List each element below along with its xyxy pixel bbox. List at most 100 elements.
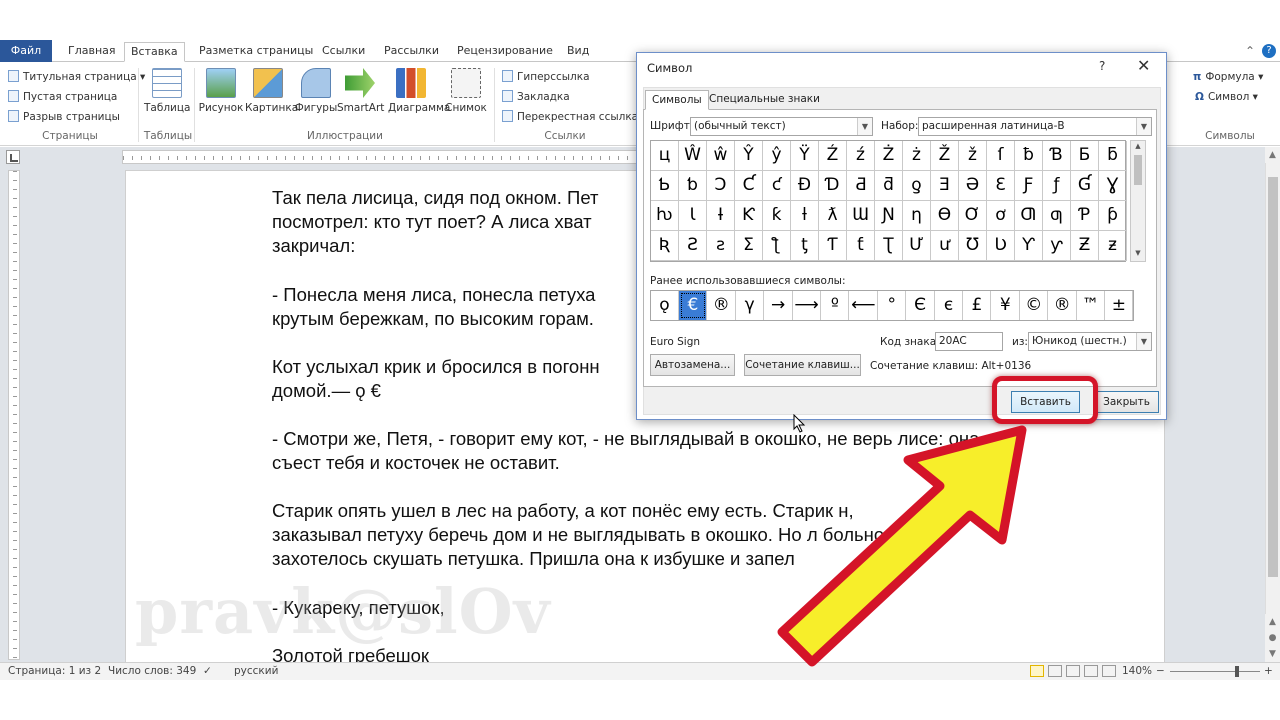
recent-symbol-cell[interactable]: ¥	[992, 291, 1020, 320]
blank-page-button[interactable]: Пустая страница	[8, 88, 117, 106]
symbol-cell[interactable]: ŵ	[707, 141, 735, 171]
zoom-in-icon[interactable]: +	[1264, 665, 1273, 677]
hyperlink-button[interactable]: Гиперссылка	[502, 68, 590, 86]
recent-symbols[interactable]: ǫ € ® γ → ⟶ º ⟵ ° Єє £ ¥ © ® ™ ±	[650, 290, 1134, 321]
chevron-down-icon[interactable]: ▼	[1136, 333, 1151, 350]
scroll-down-icon[interactable]: ▼	[1131, 249, 1145, 257]
recent-symbol-cell[interactable]: €	[679, 291, 708, 320]
symbol-cell[interactable]: Ŷ	[735, 141, 763, 171]
recent-symbol-cell[interactable]: °	[878, 291, 907, 320]
symbol-cell[interactable]: Ɖ	[791, 171, 819, 201]
recent-symbol-cell[interactable]: →	[765, 291, 793, 320]
symbol-cell[interactable]: ƥ	[1099, 201, 1127, 231]
language-indicator[interactable]: русский	[234, 665, 278, 677]
zoom-out-icon[interactable]: −	[1156, 665, 1165, 677]
zoom-slider-handle[interactable]	[1235, 666, 1239, 677]
minimize-ribbon-icon[interactable]: ⌃	[1245, 44, 1255, 58]
recent-symbol-cell[interactable]: ⟶	[793, 291, 821, 320]
recent-symbol-cell[interactable]: º	[821, 291, 850, 320]
autocorrect-button[interactable]: Автозамена...	[650, 354, 735, 376]
scrollbar-thumb[interactable]	[1268, 177, 1278, 577]
proofing-icon[interactable]: ✓	[203, 665, 212, 677]
symbol-cell[interactable]: ƨ	[707, 231, 735, 261]
symbol-cell[interactable]: ƞ	[903, 201, 931, 231]
symbol-cell[interactable]: Ɠ	[1071, 171, 1099, 201]
clipart-button[interactable]: Картинка	[245, 68, 298, 114]
symbol-grid-scrollbar[interactable]: ▲ ▼	[1130, 140, 1146, 262]
symbol-cell[interactable]: ƣ	[1043, 201, 1071, 231]
symbol-cell[interactable]: ƪ	[763, 231, 791, 261]
symbol-cell[interactable]: ƙ	[763, 201, 791, 231]
symbol-cell[interactable]: ƶ	[1099, 231, 1127, 261]
recent-symbol-cell[interactable]: ®	[1049, 291, 1077, 320]
recent-symbol-cell[interactable]: £	[963, 291, 992, 320]
tab-special-chars[interactable]: Специальные знаки	[703, 90, 826, 110]
page-count[interactable]: Страница: 1 из 2	[8, 665, 101, 677]
symbol-cell[interactable]: Ɵ	[931, 201, 959, 231]
symbol-cell[interactable]: ƚ	[791, 201, 819, 231]
recent-symbol-cell[interactable]: ®	[708, 291, 736, 320]
symbol-cell[interactable]: ƍ	[903, 171, 931, 201]
tab-review[interactable]: Рецензирование	[451, 42, 559, 62]
font-select[interactable]: (обычный текст) ▼	[690, 117, 873, 136]
symbol-cell[interactable]: Ƨ	[679, 231, 707, 261]
symbol-cell[interactable]: ż	[903, 141, 931, 171]
tab-symbols[interactable]: Символы	[645, 90, 709, 110]
cross-reference-button[interactable]: Перекрестная ссылка	[502, 108, 638, 126]
symbol-cell[interactable]: Ƥ	[1071, 201, 1099, 231]
tab-file[interactable]: Файл	[0, 40, 52, 62]
scroll-up-icon[interactable]: ▲	[1131, 142, 1145, 150]
symbol-cell[interactable]: ƛ	[819, 201, 847, 231]
symbol-cell[interactable]: Ɣ	[1099, 171, 1127, 201]
symbol-cell[interactable]: ƈ	[763, 171, 791, 201]
symbol-cell[interactable]: Ƒ	[1015, 171, 1043, 201]
picture-button[interactable]: Рисунок	[198, 68, 244, 114]
symbol-cell[interactable]: ƫ	[791, 231, 819, 261]
tab-stop-selector[interactable]	[6, 150, 20, 164]
scroll-up-icon[interactable]: ▲	[1265, 147, 1280, 163]
tab-page-layout[interactable]: Разметка страницы	[193, 42, 319, 62]
symbol-cell[interactable]: Ƭ	[819, 231, 847, 261]
recent-symbol-cell[interactable]: Є	[907, 291, 935, 320]
symbol-cell[interactable]: ƃ	[1099, 141, 1127, 171]
outline-view-icon[interactable]	[1084, 665, 1098, 677]
symbol-cell[interactable]: Ƣ	[1015, 201, 1043, 231]
symbol-cell[interactable]: Ɓ	[1043, 141, 1071, 171]
symbol-cell[interactable]: Ǝ	[931, 171, 959, 201]
equation-button[interactable]: π Формула ▾	[1193, 68, 1263, 86]
draft-view-icon[interactable]	[1102, 665, 1116, 677]
char-code-input[interactable]: 20AC	[935, 332, 1003, 351]
symbol-cell[interactable]: Ɩ	[679, 201, 707, 231]
web-layout-view-icon[interactable]	[1066, 665, 1080, 677]
symbol-cell[interactable]: Ɯ	[847, 201, 875, 231]
zoom-level[interactable]: 140%	[1122, 665, 1152, 677]
tab-view[interactable]: Вид	[561, 42, 595, 62]
scrollbar-thumb[interactable]	[1134, 155, 1142, 185]
cover-page-button[interactable]: Титульная страница ▾	[8, 68, 145, 86]
symbol-cell[interactable]: ž	[959, 141, 987, 171]
symbol-cell[interactable]: ƕ	[651, 201, 679, 231]
symbol-cell[interactable]: Ż	[875, 141, 903, 171]
symbol-cell[interactable]: ƴ	[1043, 231, 1071, 261]
recent-symbol-cell[interactable]: γ	[736, 291, 765, 320]
symbol-cell[interactable]: Ƶ	[1071, 231, 1099, 261]
symbol-cell[interactable]: Ʋ	[987, 231, 1015, 261]
tab-references[interactable]: Ссылки	[316, 42, 371, 62]
screenshot-button[interactable]: Снимок	[443, 68, 489, 114]
dialog-help-icon[interactable]: ?	[1099, 59, 1105, 73]
shapes-button[interactable]: Фигуры	[293, 68, 339, 114]
tab-home[interactable]: Главная	[62, 42, 122, 62]
chevron-down-icon[interactable]: ▼	[1136, 118, 1151, 135]
subset-select[interactable]: расширенная латиница-B ▼	[918, 117, 1152, 136]
word-count[interactable]: Число слов: 349	[108, 665, 196, 677]
symbol-cell[interactable]: ơ	[987, 201, 1015, 231]
full-screen-view-icon[interactable]	[1048, 665, 1062, 677]
chart-button[interactable]: Диаграмма	[388, 68, 450, 114]
symbol-cell[interactable]: Ʈ	[875, 231, 903, 261]
dialog-close-icon[interactable]: ✕	[1137, 56, 1150, 75]
symbol-cell[interactable]: Ŵ	[679, 141, 707, 171]
symbol-cell[interactable]: Ƅ	[651, 171, 679, 201]
recent-symbol-cell[interactable]: ǫ	[651, 291, 679, 320]
symbol-cell[interactable]: ƅ	[679, 171, 707, 201]
symbol-cell[interactable]: ц	[651, 141, 679, 171]
